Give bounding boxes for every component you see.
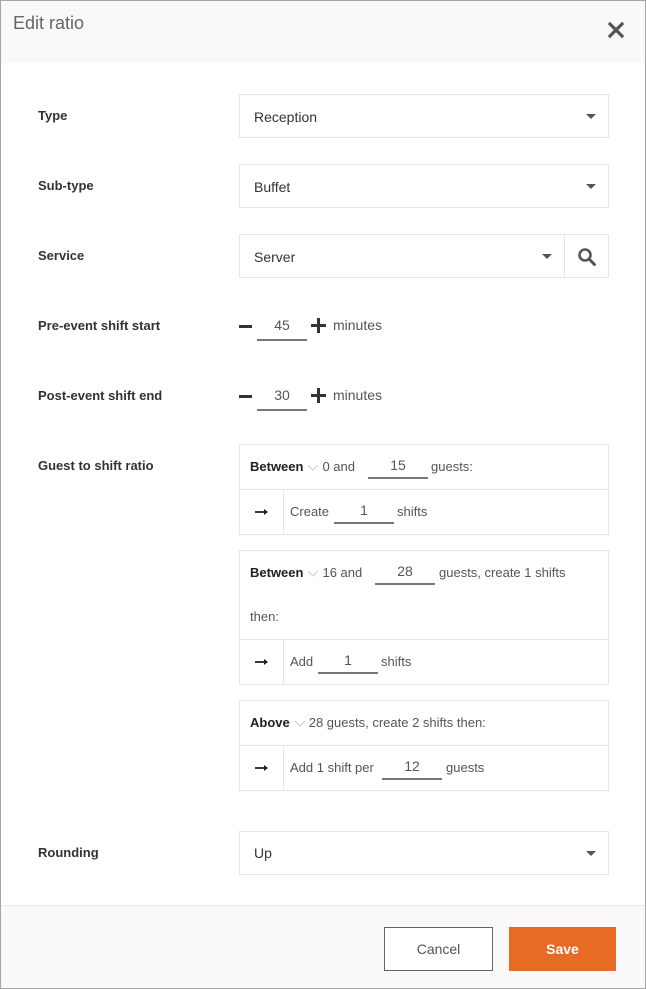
pre-event-label: Pre-event shift start (38, 318, 161, 333)
chevron-down-icon[interactable] (307, 570, 319, 578)
rule-action-input[interactable]: 12 (382, 754, 442, 780)
caret-down-icon (586, 184, 596, 189)
save-button[interactable]: Save (509, 927, 616, 971)
condition-dropdown[interactable]: Above (250, 715, 290, 730)
rounding-select[interactable]: Up (239, 831, 609, 875)
pre-event-increment-button[interactable] (311, 318, 326, 333)
service-label: Service (38, 248, 85, 263)
condition-after-text: guests, create 1 shifts (439, 565, 566, 580)
service-search-button[interactable] (564, 234, 609, 278)
condition-after-text: guests: (431, 459, 473, 474)
condition-from-text: 16 and (322, 565, 363, 580)
post-event-unit: minutes (333, 387, 383, 403)
arrow-right-icon (255, 765, 268, 771)
rule-condition: Between 16 and 28 guests, create 1 shifts… (240, 551, 608, 640)
ratio-rule: Above 28 guests, create 2 shifts then: Ad… (239, 700, 609, 791)
condition-after-text-2: then: (250, 609, 279, 624)
action-suffix: shifts (381, 654, 412, 669)
rule-action: Add 1 shifts (240, 640, 608, 684)
action-prefix: Create (290, 504, 330, 519)
subtype-select-value: Buffet (254, 179, 291, 195)
post-event-input[interactable]: 30 (257, 381, 307, 411)
post-event-increment-button[interactable] (311, 388, 326, 403)
subtype-label: Sub-type (38, 178, 94, 193)
action-suffix: shifts (397, 504, 428, 519)
service-select-value: Server (254, 249, 296, 265)
action-prefix: Add (290, 654, 314, 669)
action-suffix: guests (446, 760, 485, 775)
ratio-rule: Between 16 and 28 guests, create 1 shifts… (239, 550, 609, 685)
rule-action-input[interactable]: 1 (318, 648, 378, 674)
arrow-right-icon (255, 509, 268, 515)
rule-action: Add 1 shift per 12 guests (240, 746, 608, 790)
pre-event-decrement-button[interactable] (237, 315, 255, 337)
pre-event-input[interactable]: 45 (257, 311, 307, 341)
type-select[interactable]: Reception (239, 94, 609, 138)
subtype-select[interactable]: Buffet (239, 164, 609, 208)
rule-condition: Between 0 and 15 guests: (240, 445, 608, 490)
type-select-value: Reception (254, 109, 318, 125)
action-prefix: Add 1 shift per (290, 760, 374, 775)
minus-icon (239, 325, 252, 328)
minus-icon (239, 395, 252, 398)
condition-dropdown[interactable]: Between (250, 459, 303, 474)
chevron-down-icon[interactable] (294, 720, 306, 728)
dialog-title: Edit ratio (13, 13, 85, 33)
edit-ratio-dialog: Edit ratio Type Reception Sub-type Buffe… (0, 0, 646, 989)
condition-dropdown[interactable]: Between (250, 565, 303, 580)
rule-to-input[interactable]: 28 (375, 559, 435, 585)
caret-down-icon (542, 254, 552, 259)
guest-ratio-label: Guest to shift ratio (38, 458, 154, 473)
condition-from-text: 0 and (322, 459, 356, 474)
close-button[interactable] (605, 19, 627, 41)
service-select[interactable]: Server (239, 234, 565, 278)
rule-to-input[interactable]: 15 (368, 453, 428, 479)
caret-down-icon (586, 114, 596, 119)
post-event-decrement-button[interactable] (237, 385, 255, 407)
rule-action: Create 1 shifts (240, 490, 608, 534)
arrow-right-icon (255, 659, 268, 665)
rounding-select-value: Up (254, 845, 272, 861)
dialog-footer: Cancel Save (1, 905, 645, 988)
pre-event-unit: minutes (333, 317, 383, 333)
ratio-rule: Between 0 and 15 guests: Create 1 shifts (239, 444, 609, 535)
post-event-label: Post-event shift end (38, 388, 163, 403)
rule-action-input[interactable]: 1 (334, 498, 394, 524)
close-icon (607, 21, 625, 39)
search-icon (578, 248, 596, 266)
rounding-label: Rounding (38, 845, 99, 860)
type-label: Type (38, 108, 68, 123)
condition-after-text: 28 guests, create 2 shifts then: (308, 715, 486, 730)
chevron-down-icon[interactable] (307, 464, 319, 472)
caret-down-icon (586, 851, 596, 856)
dialog-header: Edit ratio (1, 1, 645, 63)
rule-condition: Above 28 guests, create 2 shifts then: (240, 701, 608, 746)
cancel-button[interactable]: Cancel (384, 927, 493, 971)
